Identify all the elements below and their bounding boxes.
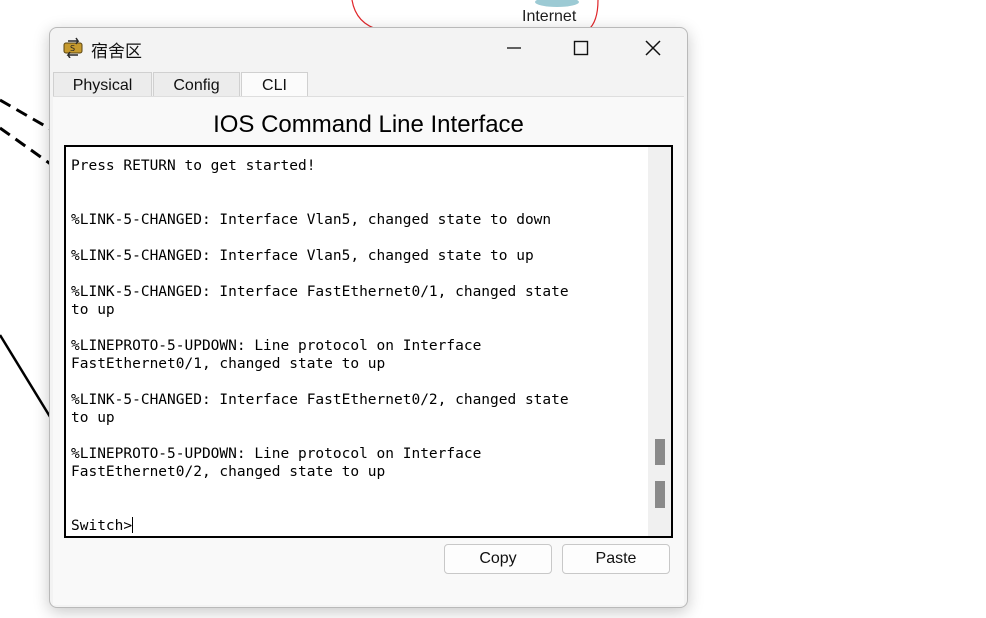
internet-label: Internet <box>522 8 577 25</box>
terminal-line: to up <box>71 410 115 426</box>
terminal-scrollbar[interactable] <box>648 147 671 536</box>
tab-cli[interactable]: CLI <box>241 72 308 98</box>
terminal-line: to up <box>71 302 115 318</box>
tab-physical[interactable]: Physical <box>53 72 152 98</box>
copy-button[interactable]: Copy <box>444 544 552 574</box>
internet-cloud-icon <box>535 0 579 7</box>
terminal-line: %LINK-5-CHANGED: Interface Vlan5, change… <box>71 212 552 228</box>
cli-prompt-line: Switch> <box>71 517 134 534</box>
terminal-line: %LINK-5-CHANGED: Interface FastEthernet0… <box>71 284 569 300</box>
scroll-thumb[interactable] <box>655 439 665 465</box>
device-window: S 宿舍区 Physical Config CLI IOS Command Li… <box>49 27 688 608</box>
paste-button[interactable]: Paste <box>562 544 670 574</box>
minimize-button[interactable] <box>486 28 542 68</box>
solid-link <box>0 334 54 421</box>
cli-panel: IOS Command Line Interface Press RETURN … <box>53 96 684 605</box>
terminal-line: Press RETURN to get started! <box>71 158 316 174</box>
terminal-line: %LINEPROTO-5-UPDOWN: Line protocol on In… <box>71 338 482 354</box>
terminal-line: FastEthernet0/1, changed state to up <box>71 356 386 372</box>
close-button[interactable] <box>625 28 681 68</box>
switch-device-icon: S <box>63 37 83 58</box>
maximize-button[interactable] <box>553 28 609 68</box>
tab-config[interactable]: Config <box>153 72 240 98</box>
svg-text:S: S <box>70 44 75 53</box>
terminal-output[interactable]: Press RETURN to get started! %LINK-5-CHAN… <box>71 157 646 535</box>
terminal-line: %LINEPROTO-5-UPDOWN: Line protocol on In… <box>71 446 482 462</box>
close-icon <box>645 40 661 56</box>
cli-terminal[interactable]: Press RETURN to get started! %LINK-5-CHAN… <box>64 145 673 538</box>
dashed-link <box>0 126 53 167</box>
title-bar[interactable]: S 宿舍区 <box>50 28 687 70</box>
terminal-line: %LINK-5-CHANGED: Interface Vlan5, change… <box>71 248 534 264</box>
dashed-link <box>0 98 53 132</box>
window-title: 宿舍区 <box>91 42 142 62</box>
terminal-line: %LINK-5-CHANGED: Interface FastEthernet0… <box>71 392 569 408</box>
scroll-thumb[interactable] <box>655 481 665 508</box>
text-cursor <box>132 517 134 533</box>
terminal-line: FastEthernet0/2, changed state to up <box>71 464 386 480</box>
cli-heading: IOS Command Line Interface <box>213 111 524 138</box>
minimize-icon <box>507 47 521 49</box>
maximize-icon <box>573 40 589 56</box>
